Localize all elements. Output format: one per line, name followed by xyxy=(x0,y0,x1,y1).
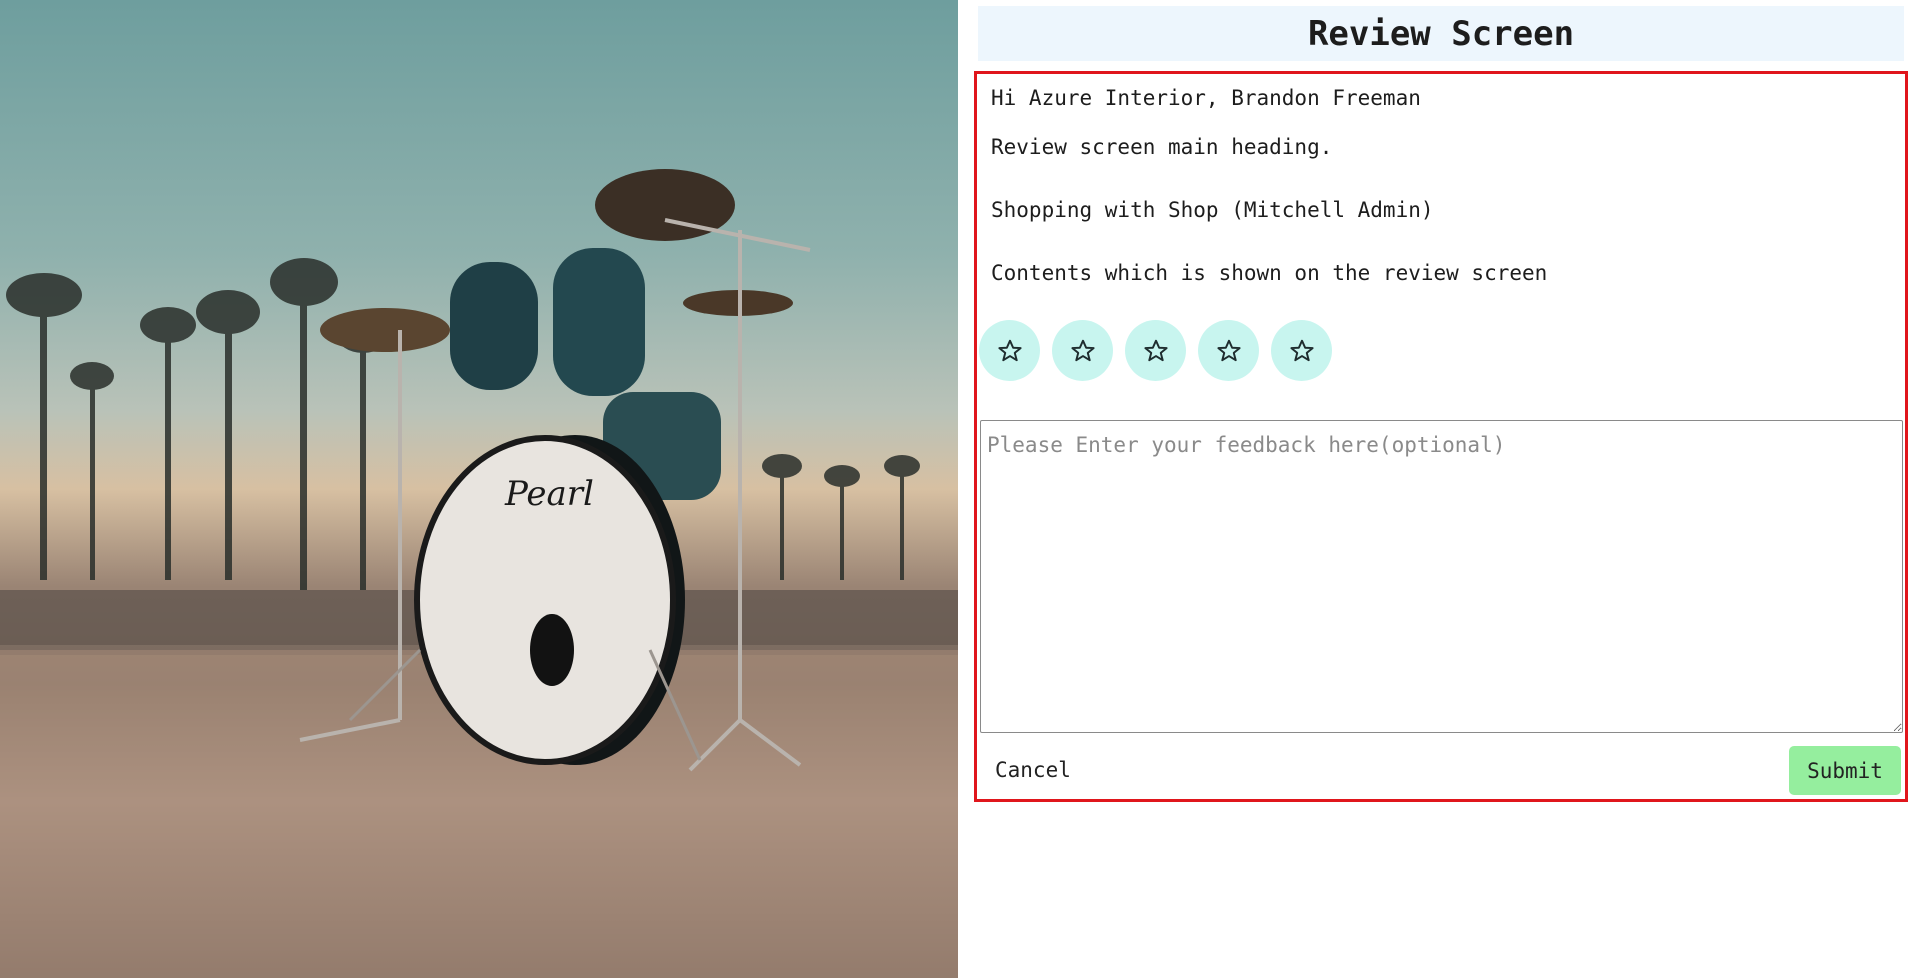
app-layout: Pearl Review Screen Hi Azure Interior, B… xyxy=(0,0,1918,978)
drum-kit-photo: Pearl xyxy=(0,0,958,978)
feedback-textarea[interactable] xyxy=(980,420,1903,733)
star-outline-icon xyxy=(1070,339,1095,361)
star-outline-icon xyxy=(1143,339,1168,361)
star-outline-icon xyxy=(1216,339,1241,361)
photo-illustration: Pearl xyxy=(0,169,958,978)
submit-button[interactable]: Submit xyxy=(1789,746,1901,795)
page-title: Review Screen xyxy=(978,6,1904,61)
shopping-with-text: Shopping with Shop (Mitchell Admin) xyxy=(991,198,1434,222)
review-panel: Review Screen Hi Azure Interior, Brandon… xyxy=(974,0,1910,978)
star-rating-4-button[interactable] xyxy=(1198,320,1259,381)
cancel-button[interactable]: Cancel xyxy=(995,758,1071,782)
main-heading: Review screen main heading. xyxy=(991,135,1333,159)
star-rating-5-button[interactable] xyxy=(1271,320,1332,381)
greeting-text: Hi Azure Interior, Brandon Freeman xyxy=(991,86,1421,110)
review-form: Hi Azure Interior, Brandon Freeman Revie… xyxy=(974,71,1908,802)
star-rating-2-button[interactable] xyxy=(1052,320,1113,381)
star-outline-icon xyxy=(1289,339,1314,361)
star-rating-3-button[interactable] xyxy=(1125,320,1186,381)
star-outline-icon xyxy=(997,339,1022,361)
star-rating xyxy=(979,320,1332,381)
star-rating-1-button[interactable] xyxy=(979,320,1040,381)
drum-brand-logo: Pearl xyxy=(504,474,594,514)
contents-text: Contents which is shown on the review sc… xyxy=(991,261,1548,285)
